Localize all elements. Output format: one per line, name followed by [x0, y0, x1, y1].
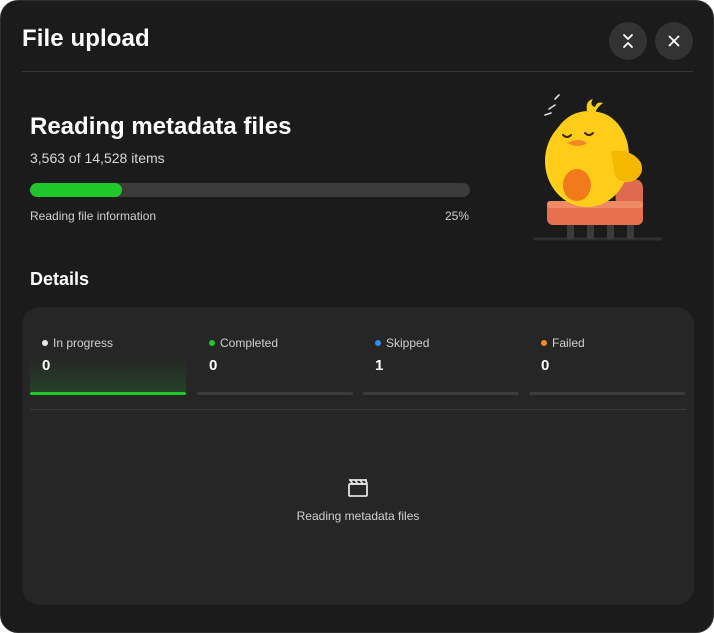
- tab-label: Completed: [220, 336, 279, 350]
- header-divider: [22, 71, 693, 72]
- details-panel: In progress 0 Completed 0 Skipped 1 Fail…: [22, 307, 694, 605]
- details-heading: Details: [30, 269, 90, 289]
- status-dot-skipped: [375, 340, 381, 346]
- progress-caption: Reading file information: [30, 209, 157, 223]
- tabs-divider: [30, 409, 686, 410]
- close-icon: [668, 35, 680, 47]
- progress-bar: [30, 183, 470, 197]
- tab-count: 0: [209, 357, 218, 374]
- tab-underline: [197, 392, 353, 395]
- status-dot-completed: [209, 340, 215, 346]
- tab-label: In progress: [53, 336, 114, 350]
- status-heading: Reading metadata files: [30, 113, 292, 140]
- tab-completed[interactable]: Completed 0: [189, 327, 353, 395]
- tab-underline: [363, 392, 519, 395]
- minimize-button[interactable]: [609, 22, 647, 60]
- clapperboard-icon: [348, 479, 368, 497]
- tab-count: 0: [42, 357, 51, 374]
- file-upload-dialog: File upload Reading metadata files 3,563…: [0, 0, 714, 633]
- active-tab-glow: [30, 357, 186, 392]
- tab-failed[interactable]: Failed 0: [521, 327, 685, 395]
- items-count: 3,563 of 14,528 items: [30, 150, 165, 166]
- tab-underline: [529, 392, 685, 395]
- tab-count: 0: [541, 357, 550, 374]
- progress-bar-fill: [30, 183, 123, 197]
- status-dot-in-progress: [42, 340, 48, 346]
- tab-in-progress[interactable]: In progress 0: [22, 327, 186, 395]
- tab-skipped[interactable]: Skipped 1: [355, 327, 519, 395]
- empty-state-text: Reading metadata files: [296, 509, 420, 523]
- sleeping-duck-illustration: [533, 94, 663, 241]
- tab-label: Skipped: [386, 336, 430, 350]
- dialog-title: File upload: [22, 25, 150, 52]
- progress-percent: 25%: [444, 209, 469, 223]
- tab-count: 1: [375, 357, 384, 374]
- collapse-arrows-icon: [623, 34, 633, 48]
- tab-underline: [30, 392, 186, 395]
- close-button[interactable]: [655, 22, 693, 60]
- status-dot-failed: [541, 340, 547, 346]
- tab-label: Failed: [552, 336, 585, 350]
